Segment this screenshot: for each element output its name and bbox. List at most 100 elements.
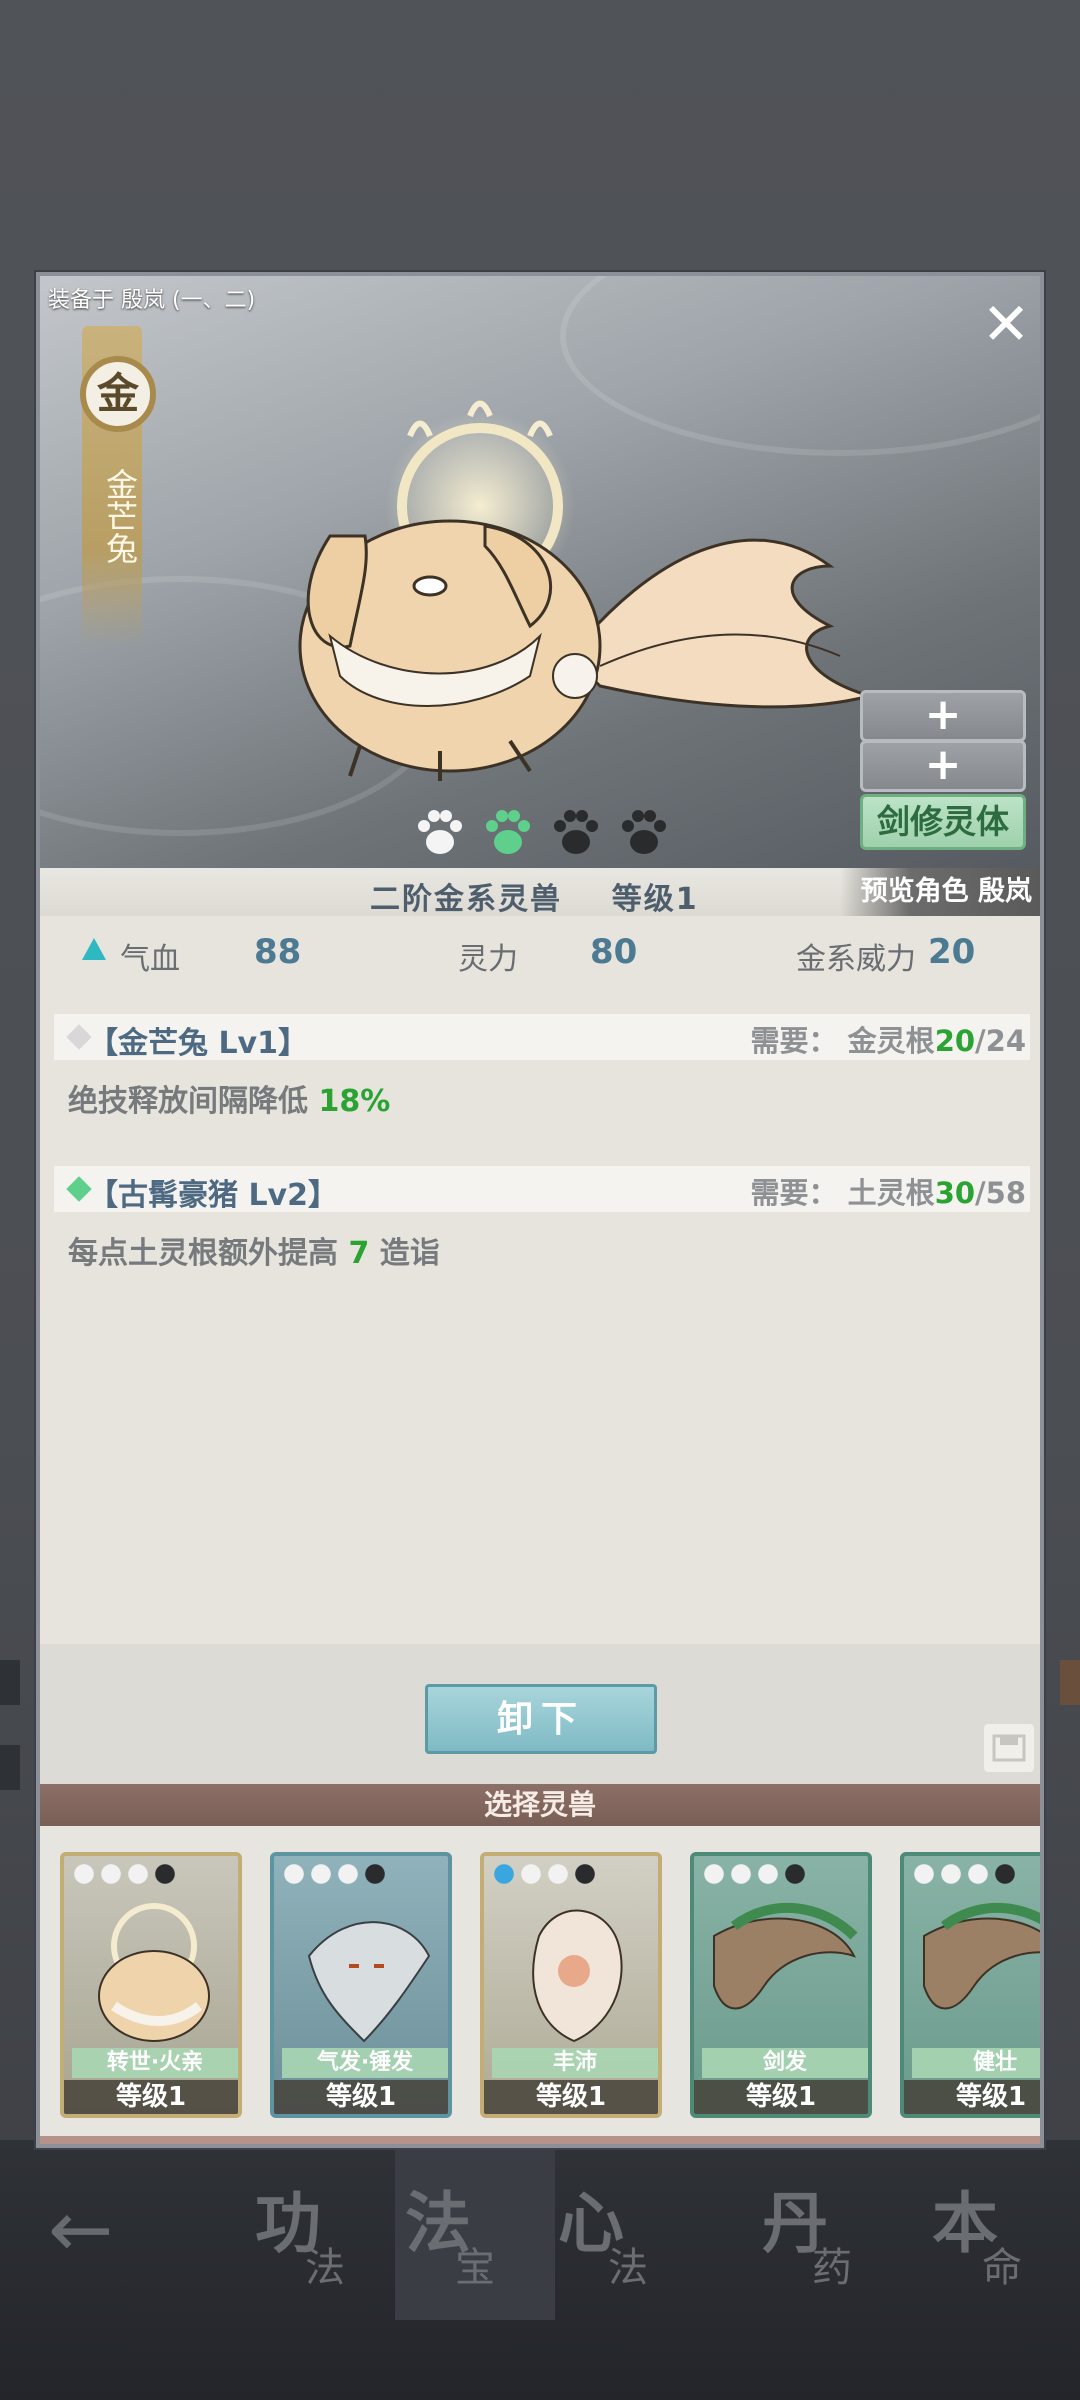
beast-hero: 装备于 殷岚 (一、二) ✕ 金 金芒兔 + + 剑修灵体 xyxy=(40,276,1040,868)
beast-card[interactable]: 气发·锤发 等级1 xyxy=(270,1852,452,2118)
paw-icon xyxy=(756,1862,780,1886)
element-badge: 金 xyxy=(80,356,156,432)
preview-character[interactable]: 预览角色 殷岚 xyxy=(840,868,1040,916)
beast-card[interactable]: 健壮 等级1 xyxy=(900,1852,1040,2118)
beast-level: 等级1 xyxy=(904,2080,1040,2114)
back-arrow-icon[interactable]: ← xyxy=(48,2191,138,2269)
paw-icon xyxy=(282,1862,306,1886)
paw-rating xyxy=(72,1862,180,1886)
add-slot-button[interactable]: + xyxy=(860,740,1026,792)
up-arrow-icon xyxy=(82,938,106,960)
beast-info-strip: 二阶金系灵兽 等级1 预览角色 殷岚 xyxy=(40,868,1040,918)
paw-icon xyxy=(486,810,530,854)
paw-rating xyxy=(282,1862,390,1886)
nav-tab-gongfa[interactable]: 功 法 xyxy=(245,2150,405,2320)
desc-suffix: 造诣 xyxy=(379,1236,440,1271)
paw-icon xyxy=(336,1862,360,1886)
skill-name: 【金芒兔 Lv1】 xyxy=(88,1026,308,1061)
desc-prefix: 绝技释放间隔降低 xyxy=(68,1084,308,1119)
nav-tab-sublabel: 药 xyxy=(812,2245,852,2291)
nav-tab-fabao[interactable]: 法 宝 xyxy=(395,2150,555,2320)
backdrop-edge xyxy=(0,1660,20,1705)
paw-icon xyxy=(99,1862,123,1886)
beast-selector: 转世·火亲 等级1 气发·锤发 等级1 丰沛 等级1 剑发 等级1 健壮 等级1 xyxy=(40,1826,1040,2136)
nav-tab-benming[interactable]: 本 命 xyxy=(922,2150,1072,2320)
level-text: 等级1 xyxy=(611,882,699,917)
paw-icon xyxy=(993,1862,1017,1886)
desc-value: 7 xyxy=(348,1236,370,1271)
save-icon[interactable] xyxy=(984,1724,1034,1772)
beast-trait: 转世·火亲 xyxy=(72,2048,238,2078)
paw-icon xyxy=(783,1862,807,1886)
beast-level: 等级1 xyxy=(484,2080,658,2114)
nav-tab-danyao[interactable]: 丹 药 xyxy=(752,2150,912,2320)
backdrop-edge xyxy=(1060,1660,1080,1705)
paw-rating xyxy=(702,1862,810,1886)
nav-tab-sublabel: 法 xyxy=(608,2245,648,2291)
paw-icon xyxy=(363,1862,387,1886)
add-slot-button[interactable]: + xyxy=(860,690,1026,742)
paw-icon xyxy=(912,1862,936,1886)
stat-label-hp: 气血 xyxy=(120,942,180,977)
requirement-label: 需要： xyxy=(750,1176,838,1210)
nav-tab-sublabel: 宝 xyxy=(455,2245,495,2291)
paw-icon xyxy=(546,1862,570,1886)
nav-tab-sublabel: 法 xyxy=(305,2245,345,2291)
paw-icon xyxy=(573,1862,597,1886)
skill-header: 【金芒兔 Lv1】 需要： 金灵根20/24 xyxy=(54,1014,1030,1061)
skill-name: 【古髯豪猪 Lv2】 xyxy=(88,1178,338,1213)
beast-trait: 气发·锤发 xyxy=(282,2048,448,2078)
rabbit-thumbnail xyxy=(98,1903,210,2042)
paw-rating xyxy=(412,806,682,866)
unequip-button[interactable]: 卸下 xyxy=(425,1684,657,1754)
beast-card[interactable]: 剑发 等级1 xyxy=(690,1852,872,2118)
paw-icon xyxy=(309,1862,333,1886)
paw-icon xyxy=(622,810,666,854)
requirement-label: 需要： xyxy=(750,1024,838,1058)
requirement-root: 土灵根 xyxy=(847,1176,935,1210)
paw-icon xyxy=(729,1862,753,1886)
requirement-total: /58 xyxy=(975,1176,1026,1210)
paw-icon xyxy=(126,1862,150,1886)
requirement-total: /24 xyxy=(975,1024,1026,1058)
dragon-thumbnail xyxy=(713,1902,858,2010)
spirit-beast-panel: 装备于 殷岚 (一、二) ✕ 金 金芒兔 + + 剑修灵体 二阶金系灵兽 等级1… xyxy=(36,272,1044,2148)
skill-requirement: 需要： 土灵根30/58 xyxy=(751,1170,1026,1212)
requirement-root: 金灵根 xyxy=(847,1024,935,1058)
desc-value: 18% xyxy=(318,1084,391,1119)
paw-rating xyxy=(492,1862,600,1886)
sword-body-button[interactable]: 剑修灵体 xyxy=(860,794,1026,850)
paw-icon xyxy=(72,1862,96,1886)
beast-card[interactable]: 转世·火亲 等级1 xyxy=(60,1852,242,2118)
beast-level: 等级1 xyxy=(64,2080,238,2114)
requirement-have: 30 xyxy=(934,1176,976,1210)
tier-label: 二阶金系灵兽 等级1 xyxy=(370,874,699,918)
stats-row: 气血 88 灵力 80 金系威力 20 xyxy=(40,926,1040,986)
monkey-thumbnail xyxy=(532,1909,623,2043)
beast-name: 金芒兔 xyxy=(101,468,139,564)
wolf-thumbnail xyxy=(307,1921,431,2043)
stat-value-metal-power: 20 xyxy=(928,932,976,972)
paw-rating xyxy=(912,1862,1020,1886)
paw-icon xyxy=(519,1862,543,1886)
paw-icon xyxy=(492,1862,516,1886)
nav-tab-xinfa[interactable]: 心 法 xyxy=(548,2150,708,2320)
beast-trait: 丰沛 xyxy=(492,2048,658,2078)
skill-requirement: 需要： 金灵根20/24 xyxy=(751,1018,1026,1060)
select-beast-header: 选择灵兽 xyxy=(40,1784,1040,1826)
stat-value-hp: 88 xyxy=(254,932,302,972)
panel-bottom-bar xyxy=(40,2136,1040,2144)
beast-trait: 健壮 xyxy=(912,2048,1040,2078)
nav-tab-sublabel: 命 xyxy=(982,2245,1022,2291)
skill-header: 【古髯豪猪 Lv2】 需要： 土灵根30/58 xyxy=(54,1166,1030,1213)
rabbit-illustration xyxy=(298,400,876,781)
close-button[interactable]: ✕ xyxy=(978,295,1034,353)
skill-description: 绝技释放间隔降低 18% xyxy=(68,1076,390,1120)
backdrop-edge xyxy=(0,1745,20,1790)
tier-text: 二阶金系灵兽 xyxy=(370,882,562,917)
beast-card[interactable]: 丰沛 等级1 xyxy=(480,1852,662,2118)
stat-value-mana: 80 xyxy=(590,932,638,972)
stat-label-metal-power: 金系威力 xyxy=(796,942,916,977)
paw-icon xyxy=(418,810,462,854)
beast-level: 等级1 xyxy=(694,2080,868,2114)
